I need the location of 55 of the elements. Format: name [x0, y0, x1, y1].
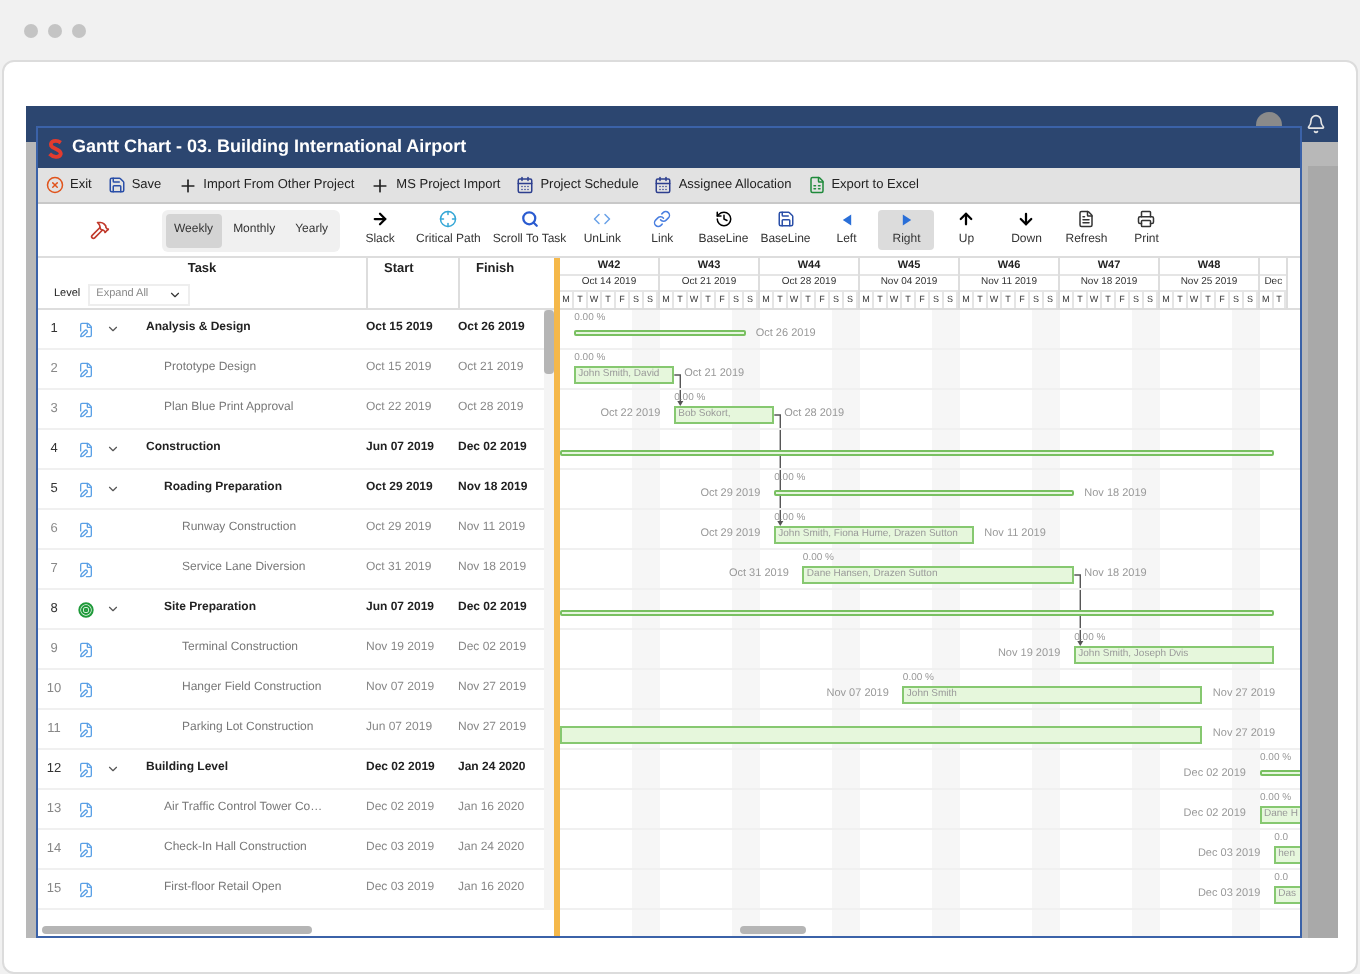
- code-icon: [592, 210, 613, 228]
- plus-icon: [177, 175, 198, 195]
- horizontal-scrollbar-thumb[interactable]: [740, 926, 806, 934]
- edit-document-icon[interactable]: [77, 561, 93, 577]
- calendar-icon: [516, 176, 535, 194]
- arrow-up-icon: [956, 210, 977, 228]
- horizontal-scrollbar-thumb[interactable]: [42, 926, 312, 934]
- edit-document-icon[interactable]: [77, 521, 93, 537]
- edit-document-icon[interactable]: [77, 641, 93, 657]
- edit-document-icon[interactable]: [77, 681, 93, 697]
- chevron-down-icon[interactable]: [105, 442, 119, 456]
- calendar-icon: [654, 176, 673, 194]
- tools-icon[interactable]: [90, 220, 110, 240]
- edit-document-icon[interactable]: [77, 881, 93, 897]
- summary-bar[interactable]: [774, 490, 1075, 496]
- triangle-right-icon: [899, 211, 914, 227]
- summary-bar[interactable]: [1260, 770, 1300, 776]
- save-icon: [775, 210, 796, 228]
- arrow-down-icon: [1016, 210, 1037, 228]
- edit-document-icon[interactable]: [77, 801, 93, 817]
- edit-document-icon[interactable]: [77, 321, 93, 337]
- chevron-down-icon[interactable]: [105, 322, 119, 336]
- chevron-down-icon[interactable]: [105, 602, 119, 616]
- summary-bar[interactable]: [560, 610, 1275, 616]
- vertical-scrollbar[interactable]: [544, 310, 554, 910]
- edit-document-icon[interactable]: [77, 401, 93, 417]
- summary-bar[interactable]: [574, 330, 746, 336]
- edit-document-icon[interactable]: [77, 761, 93, 777]
- document-icon: [1076, 210, 1097, 228]
- chevron-down-icon[interactable]: [105, 482, 119, 496]
- exit-icon: [46, 176, 64, 194]
- logo-icon: [48, 137, 64, 159]
- save-icon: [107, 176, 126, 194]
- summary-bar[interactable]: [560, 450, 1275, 456]
- window-title: Gantt Chart - 03. Building International Airport: [72, 134, 467, 161]
- crosshair-icon: [438, 210, 459, 228]
- search-icon: [519, 210, 540, 228]
- edit-document-icon[interactable]: [77, 841, 93, 857]
- scrollbar-thumb[interactable]: [544, 310, 554, 374]
- task-bar[interactable]: [560, 726, 1203, 744]
- arrow-right-icon: [370, 210, 391, 228]
- edit-document-icon[interactable]: [77, 441, 93, 457]
- bell-icon: [1306, 114, 1326, 134]
- target-icon[interactable]: [77, 601, 93, 617]
- chevron-down-icon: [168, 287, 183, 302]
- chevron-down-icon[interactable]: [105, 762, 119, 776]
- triangle-left-icon: [839, 211, 854, 227]
- history-icon: [713, 210, 734, 228]
- spreadsheet-icon: [807, 176, 826, 194]
- plus-icon: [370, 175, 391, 195]
- edit-document-icon[interactable]: [77, 361, 93, 377]
- edit-document-icon[interactable]: [77, 481, 93, 497]
- edit-document-icon[interactable]: [77, 721, 93, 737]
- printer-icon: [1136, 210, 1157, 228]
- link-icon: [652, 210, 673, 228]
